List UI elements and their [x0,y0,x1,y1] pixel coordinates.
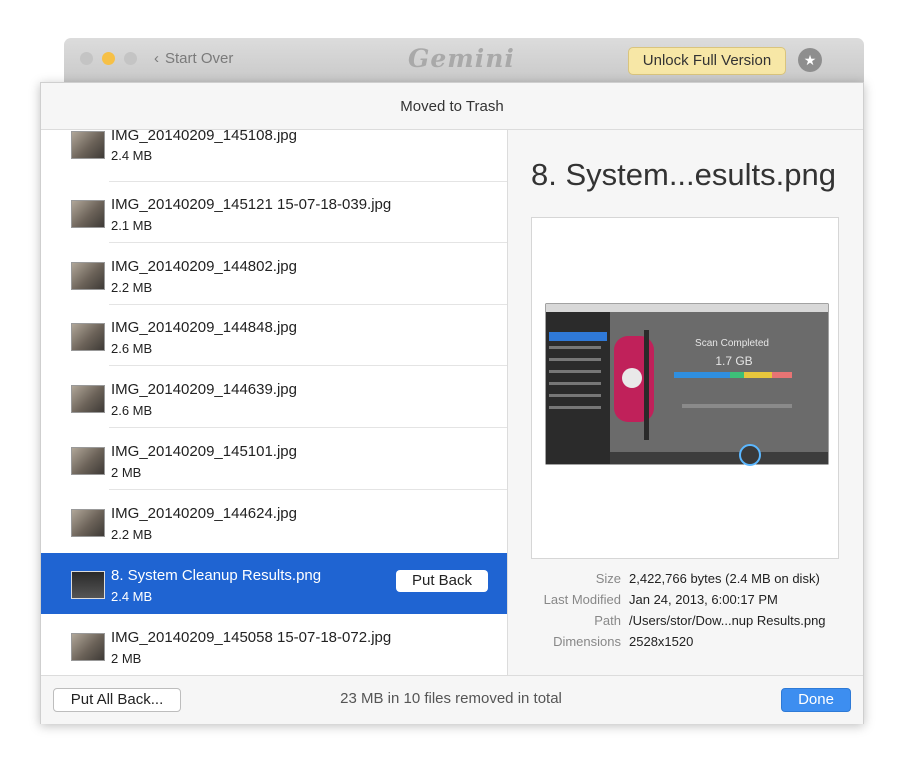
preview-amount-text: 1.7 GB [715,354,752,368]
preview-scan-completed-text: Scan Completed [695,338,769,349]
file-name: IMG_20140209_145101.jpg [111,443,297,460]
file-size: 2.2 MB [111,527,153,542]
list-item[interactable]: IMG_20140209_145101.jpg 2 MB [41,429,507,490]
last-modified-value: Jan 24, 2013, 6:00:17 PM [629,592,778,607]
put-all-back-button[interactable]: Put All Back... [53,688,181,712]
file-thumbnail [71,131,105,159]
row-divider [109,365,507,366]
file-size: 2.4 MB [111,148,153,163]
path-label: Path [594,613,621,628]
file-thumbnail [71,385,105,413]
file-name: IMG_20140209_144848.jpg [111,319,297,336]
file-thumbnail [71,633,105,661]
file-preview: Scan Completed 1.7 GB [531,217,839,559]
row-divider [109,427,507,428]
close-window-button[interactable] [80,52,93,65]
file-size: 2.6 MB [111,403,153,418]
file-size: 2.1 MB [111,218,153,233]
dimensions-label: Dimensions [553,634,621,649]
file-thumbnail [71,200,105,228]
list-item[interactable]: IMG_20140209_145058 15-07-18-072.jpg 2 M… [41,615,507,675]
file-size: 2.6 MB [111,341,153,356]
file-size: 2.2 MB [111,280,153,295]
list-item[interactable]: IMG_20140209_145108.jpg 2.4 MB [41,130,507,182]
star-icon[interactable]: ★ [798,48,822,72]
list-item[interactable]: IMG_20140209_144624.jpg 2.2 MB [41,491,507,552]
list-item[interactable]: IMG_20140209_144639.jpg 2.6 MB [41,367,507,428]
trashed-file-list[interactable]: IMG_20140209_145108.jpg 2.4 MB IMG_20140… [41,130,508,675]
file-thumbnail [71,571,105,599]
list-item-selected[interactable]: 8. System Cleanup Results.png 2.4 MB Put… [41,553,507,614]
moved-to-trash-sheet: Moved to Trash IMG_20140209_145108.jpg 2… [40,82,864,724]
start-over-button[interactable]: ‹ Start Over [154,50,233,67]
file-thumbnail [71,323,105,351]
list-item[interactable]: IMG_20140209_145121 15-07-18-039.jpg 2.1… [41,182,507,243]
row-divider [109,242,507,243]
file-size: 2 MB [111,465,142,480]
preview-file-title: 8. System...esults.png [531,157,836,192]
last-modified-label: Last Modified [543,592,621,607]
file-name: IMG_20140209_144639.jpg [111,381,297,398]
file-thumbnail [71,509,105,537]
file-name: IMG_20140209_145108.jpg [111,130,297,144]
minimize-window-button[interactable] [102,52,115,65]
done-button[interactable]: Done [781,688,851,712]
size-value: 2,422,766 bytes (2.4 MB on disk) [629,571,820,586]
preview-image: Scan Completed 1.7 GB [545,303,829,466]
file-size: 2 MB [111,651,142,666]
file-thumbnail [71,262,105,290]
file-name: 8. System Cleanup Results.png [111,567,322,584]
path-value: /Users/stor/Dow...nup Results.png [629,613,826,628]
list-item[interactable]: IMG_20140209_144802.jpg 2.2 MB [41,244,507,305]
size-label: Size [595,571,621,586]
start-over-label: Start Over [165,50,234,67]
row-divider [109,489,507,490]
dimensions-value: 2528x1520 [629,634,694,649]
app-logo: Gemini [408,44,515,73]
removed-summary: 23 MB in 10 files removed in total [340,690,562,707]
chevron-left-icon: ‹ [154,50,159,67]
unlock-full-version-button[interactable]: Unlock Full Version [628,47,786,75]
file-thumbnail [71,447,105,475]
file-name: IMG_20140209_145058 15-07-18-072.jpg [111,629,392,646]
sheet-title: Moved to Trash [41,83,863,130]
file-name: IMG_20140209_144624.jpg [111,505,297,522]
list-item[interactable]: IMG_20140209_144848.jpg 2.6 MB [41,305,507,366]
put-back-button[interactable]: Put Back [396,570,488,592]
file-name: IMG_20140209_144802.jpg [111,258,297,275]
file-name: IMG_20140209_145121 15-07-18-039.jpg [111,196,392,213]
sheet-footer: Put All Back... 23 MB in 10 files remove… [41,675,863,724]
zoom-window-button[interactable] [124,52,137,65]
file-size: 2.4 MB [111,589,153,604]
window-titlebar: ‹ Start Over Gemini Unlock Full Version ★ [64,38,864,82]
